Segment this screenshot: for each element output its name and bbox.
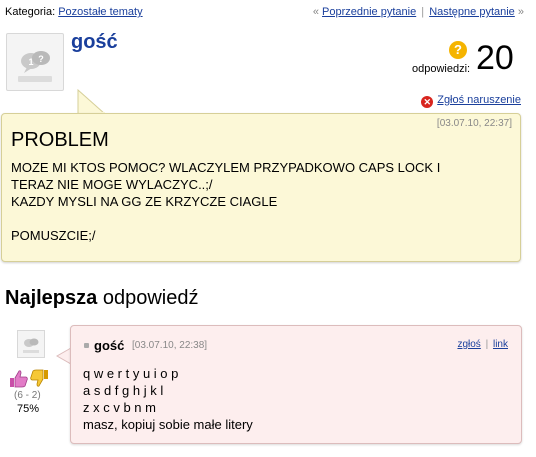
answer-line: a s d f g h j k l [83,383,164,398]
answer-permalink[interactable]: link [493,339,508,350]
report-violation-link[interactable]: Zgłoś naruszenie [437,94,521,106]
answer-date: [03.07.10, 22:38] [132,340,208,351]
question-box: [03.07.10, 22:37] PROBLEM MOZE MI KTOS P… [1,113,521,262]
category-link[interactable]: Pozostałe tematy [58,6,142,18]
answer-bullet [84,343,89,348]
avatar-icon[interactable] [17,330,45,358]
question-line: TERAZ NIE MOGE WYLACZYC..;/ [11,177,213,192]
best-answer-heading: Najlepsza odpowiedź [5,287,198,310]
best-answer-heading-bold: Najlepsza [5,287,98,309]
question-title: PROBLEM [11,129,109,151]
answer-actions: zgłoś | link [457,339,508,350]
question-line [11,210,440,227]
question-line: KAZDY MYSLI NA GG ZE KRZYCZE CIAGLE [11,194,278,209]
report-violation[interactable]: ✕ Zgłoś naruszenie [421,94,521,108]
next-question-link[interactable]: Następne pytanie [429,6,515,18]
svg-text:1: 1 [28,57,33,67]
answer-report-link[interactable]: zgłoś [457,339,480,350]
answer-body: q w e r t y u i o p a s d f g h j k l z … [83,365,253,433]
answers-count-label: odpowiedzi: [412,63,471,75]
report-x-icon: ✕ [421,96,434,108]
answer-author[interactable]: gość [94,338,124,353]
next-marker: » [517,6,524,18]
question-body: MOZE MI KTOS POMOC? WLACZYLEM PRZYPADKOW… [11,159,440,244]
question-navigation: « Poprzednie pytanie | Następne pytanie … [313,6,524,18]
answer-box: gość [03.07.10, 22:38] zgłoś | link q w … [70,325,522,444]
question-mark-icon: ? [449,41,467,59]
vote-count: (6 - 2) [14,390,41,401]
question-date: [03.07.10, 22:37] [436,118,512,129]
nav-separator: | [421,6,425,18]
question-author[interactable]: gość [71,31,118,54]
answers-count: 20 [476,39,514,77]
prev-question-link[interactable]: Poprzednie pytanie [322,6,416,18]
category-breadcrumb: Kategoria: Pozostałe tematy [5,6,143,18]
question-line: POMUSZCIE;/ [11,228,96,243]
svg-text:?: ? [38,54,44,64]
avatar-icon[interactable]: 1 ? [6,33,64,91]
thumb-up-icon[interactable] [10,370,28,388]
question-line: MOZE MI KTOS POMOC? WLACZYLEM PRZYPADKOW… [11,160,441,175]
top-bar: Kategoria: Pozostałe tematy « Poprzednie… [5,6,524,20]
best-answer-heading-rest: odpowiedź [102,287,199,309]
prev-marker: « [312,6,319,18]
vote-percent: 75% [17,403,40,415]
answer-actions-separator: | [485,339,489,350]
answer-line: masz, kopiuj sobie małe litery [83,417,253,432]
category-label: Kategoria: [5,6,56,18]
answer-line: z x c v b n m [83,400,156,415]
thumb-down-icon[interactable] [30,369,48,387]
answer-line: q w e r t y u i o p [83,366,179,381]
question-bubble-tail [77,89,107,115]
